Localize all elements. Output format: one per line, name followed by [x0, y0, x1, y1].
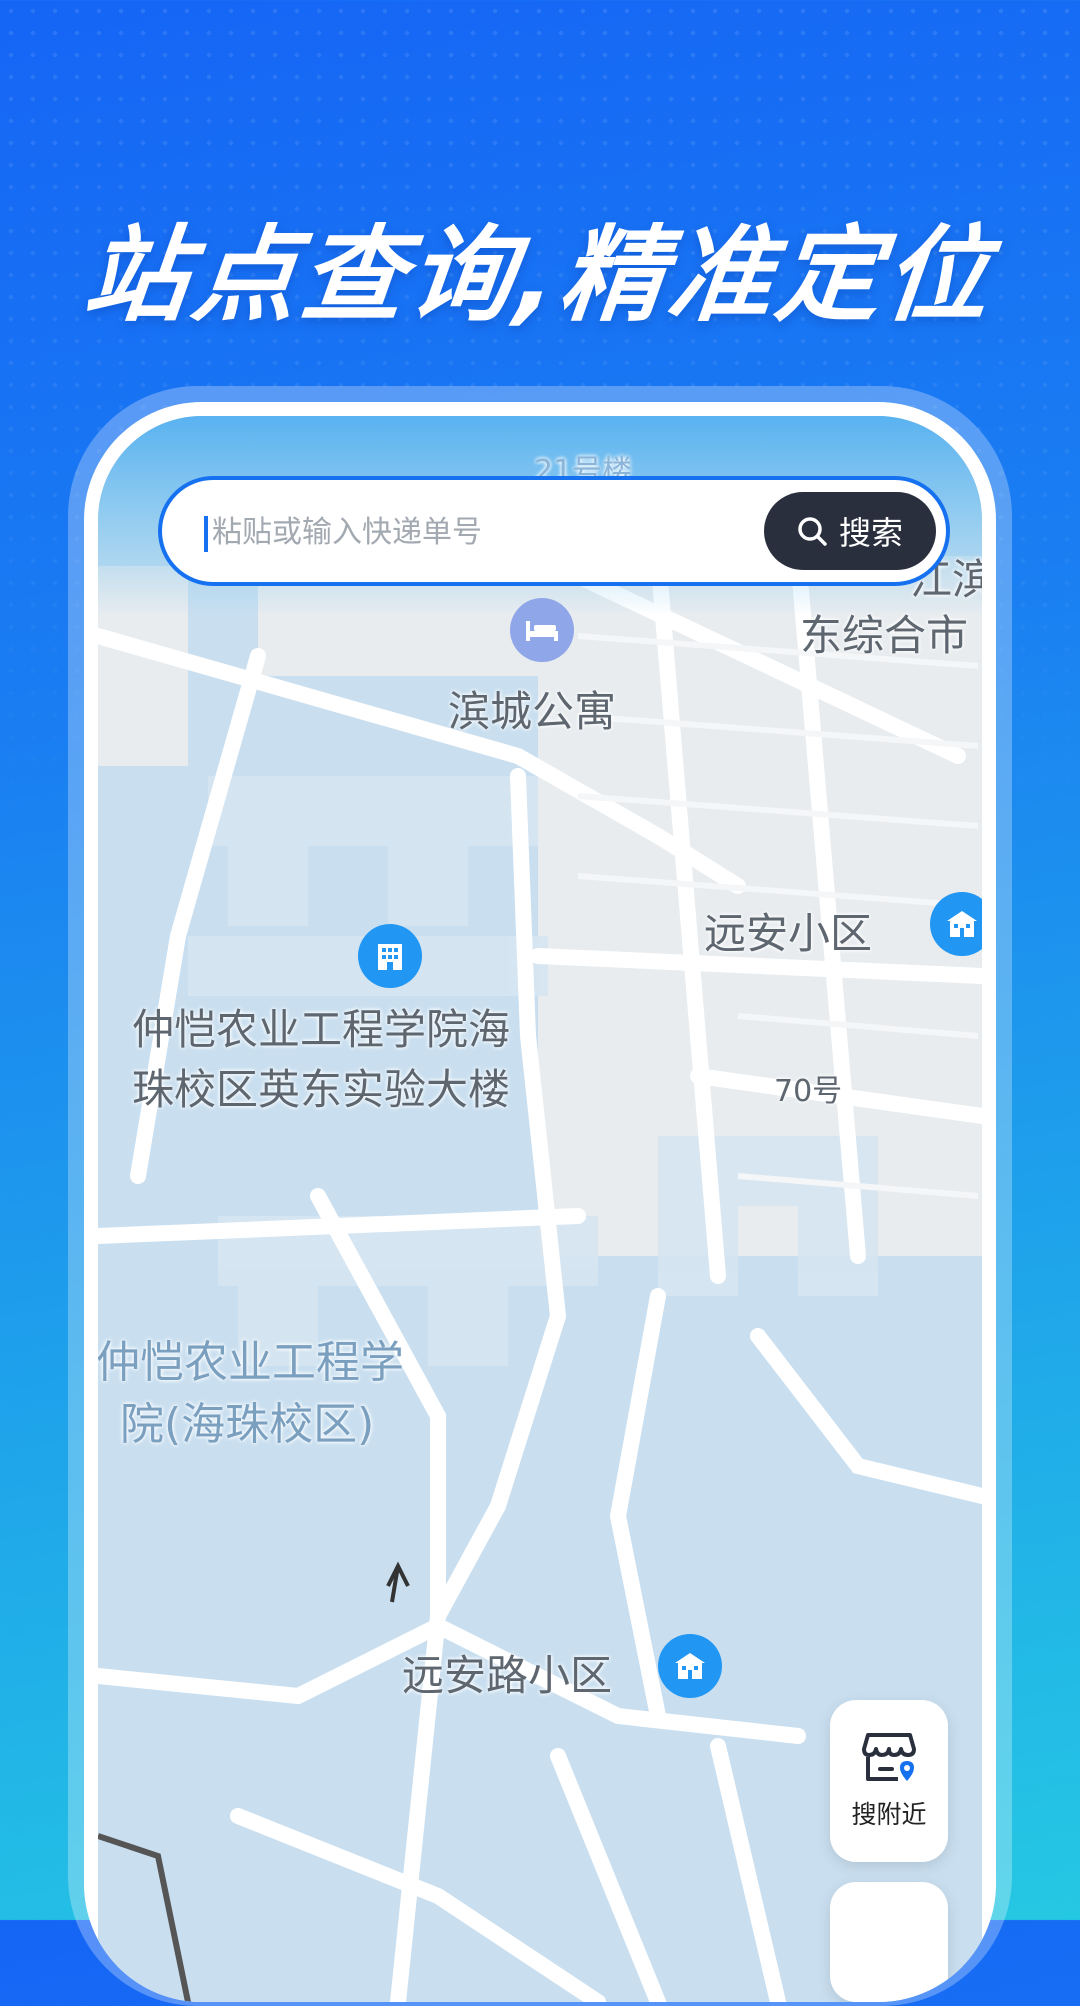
search-button[interactable]: 搜索 [764, 492, 936, 570]
search-nearby-button[interactable]: 搜附近 [830, 1700, 948, 1862]
headline: 站点查询,精准定位 [78, 214, 1000, 336]
map-label-yuananlu: 远安路小区 [402, 1651, 613, 1700]
map-label-zhongkai-line2: 珠校区英东实验大楼 [132, 1065, 511, 1114]
school-icon[interactable] [358, 924, 422, 988]
map-label-zhongkai-line1: 仲恺农业工程学院海 [132, 1005, 511, 1054]
text-caret [204, 516, 208, 552]
map-control-button[interactable] [830, 1882, 948, 2002]
search-button-label: 搜索 [838, 514, 903, 552]
map-label-dongzonghe: 东综合市 [800, 611, 969, 660]
search-bar: 搜索 [158, 476, 950, 586]
map-label-campus-line2: 院(海珠校区) [120, 1399, 375, 1450]
map-label-bincheng: 滨城公寓 [448, 687, 617, 736]
store-location-icon [862, 1733, 916, 1781]
search-icon [798, 517, 827, 546]
search-nearby-label: 搜附近 [851, 1800, 927, 1829]
map-screen[interactable]: 21号楼 江滨 东综合市 滨城公寓 远安小区 仲恺农业工程学院海 珠校区英东实验… [98, 416, 982, 2002]
map-label-campus-line1: 仲恺农业工程学 [98, 1337, 404, 1388]
map-label-no70: 70号 [774, 1074, 843, 1109]
tracking-number-input[interactable] [210, 480, 734, 584]
hotel-icon[interactable] [510, 598, 574, 662]
map-label-yuanan: 远安小区 [704, 909, 873, 958]
residence-icon[interactable] [658, 1634, 722, 1698]
phone-frame: 21号楼 江滨 东综合市 滨城公寓 远安小区 仲恺农业工程学院海 珠校区英东实验… [84, 402, 996, 2002]
